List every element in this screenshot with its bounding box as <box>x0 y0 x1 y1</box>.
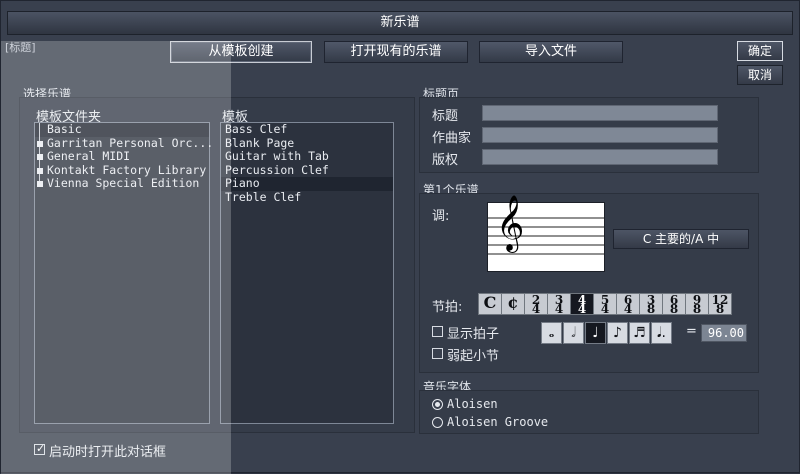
template-item-bass-clef[interactable]: Bass Clef <box>221 122 393 137</box>
tab-open-existing-score[interactable]: 打开现有的乐谱 <box>324 41 468 63</box>
new-score-dialog: 新乐谱 [标题] 从模板创建 打开现有的乐谱 导入文件 确定 取消 选择乐谱 模… <box>0 0 800 474</box>
copyright-field[interactable] <box>482 149 718 165</box>
eighth-note-icon[interactable]: ♪ <box>607 322 628 344</box>
sixteenth-note-icon[interactable]: ♬ <box>629 322 650 344</box>
key-signature-button[interactable]: C 主要的/A 中 <box>613 229 749 249</box>
meter-2-4[interactable]: 24 <box>524 293 548 315</box>
composer-field[interactable] <box>482 127 718 143</box>
folder-item-basic[interactable]: Basic <box>35 122 209 137</box>
ghost-title-label: [标题] <box>5 41 36 54</box>
key-label: 调: <box>432 209 450 224</box>
template-item-percussion[interactable]: Percussion Clef <box>221 163 393 178</box>
expand-icon[interactable] <box>37 181 43 188</box>
startup-checkbox[interactable] <box>34 442 45 455</box>
title-label: 标题 <box>432 109 459 124</box>
pickup-measure-label: 弱起小节 <box>447 349 500 364</box>
expand-icon[interactable] <box>37 154 43 161</box>
whole-note-icon[interactable]: 𝅝 <box>541 322 562 344</box>
font-aloisen-groove-radio[interactable] <box>432 417 443 428</box>
pickup-measure-checkbox[interactable] <box>432 348 443 359</box>
template-item-blank-page[interactable]: Blank Page <box>221 136 393 151</box>
template-item-piano[interactable]: Piano <box>221 177 393 191</box>
folder-item-kontakt[interactable]: Kontakt Factory Library <box>35 163 209 178</box>
meter-4-4[interactable]: 44 <box>570 293 594 315</box>
meter-12-8[interactable]: 12 8 <box>708 293 732 315</box>
folder-item-garritan[interactable]: Garritan Personal Orc... <box>35 136 213 151</box>
ok-button[interactable]: 确定 <box>737 41 783 61</box>
tab-create-from-template[interactable]: 从模板创建 <box>170 41 312 63</box>
meter-3-4[interactable]: 34 <box>547 293 571 315</box>
template-folders-list[interactable]: Basic Garritan Personal Orc... General M… <box>34 122 213 424</box>
dialog-title: 新乐谱 <box>7 11 793 35</box>
templates-list[interactable]: Bass Clef Blank Page Guitar with Tab Per… <box>220 122 394 424</box>
staff-preview: 𝄞 <box>487 195 605 272</box>
meter-6-8[interactable]: 68 <box>662 293 686 315</box>
folder-item-vienna[interactable]: Vienna Special Edition <box>35 177 209 191</box>
meter-label: 节拍: <box>432 300 463 315</box>
dotted-quarter-note-icon[interactable]: 𝅘𝅥. <box>651 322 672 344</box>
meter-5-4[interactable]: 54 <box>593 293 617 315</box>
meter-6-4[interactable]: 64 <box>616 293 640 315</box>
tempo-input[interactable]: 96.00 <box>701 324 747 342</box>
show-meter-label: 显示拍子 <box>447 327 500 342</box>
meter-3-8[interactable]: 38 <box>639 293 663 315</box>
font-aloisen-label: Aloisen <box>447 397 498 411</box>
folder-item-general-midi[interactable]: General MIDI <box>35 149 209 164</box>
expand-icon[interactable] <box>37 167 43 174</box>
half-note-icon[interactable]: 𝅗𝅥 <box>563 322 584 344</box>
equals-label: = <box>686 324 697 339</box>
font-aloisen-radio[interactable] <box>432 399 443 410</box>
font-aloisen-groove-label: Aloisen Groove <box>447 415 549 429</box>
tree-line <box>39 123 40 137</box>
treble-clef-icon: 𝄞 <box>496 195 525 251</box>
tab-import-file[interactable]: 导入文件 <box>479 41 623 63</box>
show-meter-checkbox[interactable] <box>432 326 443 337</box>
composer-label: 作曲家 <box>432 131 472 146</box>
quarter-note-icon[interactable]: ♩ <box>585 322 606 344</box>
startup-checkbox-label: 启动时打开此对话框 <box>49 445 167 460</box>
template-item-treble[interactable]: Treble Clef <box>221 190 393 205</box>
meter-cut-time[interactable]: ¢ <box>501 293 525 315</box>
copyright-label: 版权 <box>432 153 459 168</box>
template-item-guitar-tab[interactable]: Guitar with Tab <box>221 150 393 164</box>
expand-icon[interactable] <box>37 140 43 147</box>
meter-9-8[interactable]: 98 <box>685 293 709 315</box>
title-field[interactable] <box>482 105 718 121</box>
meter-common-time[interactable]: C <box>478 293 502 315</box>
cancel-button[interactable]: 取消 <box>737 65 783 85</box>
